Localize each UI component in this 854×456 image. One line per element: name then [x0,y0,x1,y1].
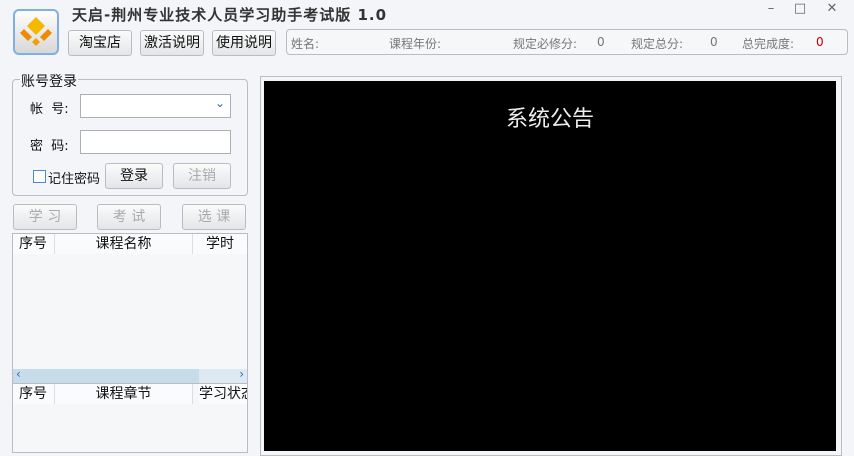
activate-help-button[interactable]: 激活说明 [140,30,204,56]
column-header[interactable]: 学时 [193,234,247,254]
total-credits-label: 规定总分: [631,37,684,51]
column-header[interactable]: 序号 [13,384,55,404]
column-header[interactable]: 课程名称 [55,234,193,254]
window-title: 天启-荆州专业技术人员学习助手考试版 1.0 [72,6,388,24]
year-label: 课程年份: [389,37,442,51]
horizontal-scrollbar[interactable]: ‹ › [13,367,247,383]
account-select[interactable]: ⌄ [80,94,231,118]
chevron-down-icon: ⌄ [214,96,225,110]
login-button[interactable]: 登录 [105,163,163,189]
close-button[interactable]: ✕ [818,0,846,18]
login-legend: 账号登录 [20,71,78,91]
required-credits-label: 规定必修分: [513,37,578,51]
remember-checkbox[interactable] [33,170,46,183]
completion-label: 总完成度: [742,37,795,51]
exam-button[interactable]: 考 试 [97,204,161,230]
study-button[interactable]: 学 习 [13,204,77,230]
column-header[interactable]: 课程章节 [55,384,193,404]
notice-title: 系统公告 [505,107,594,132]
user-info-bar: 姓名: 课程年份: 规定必修分: 0 规定总分: 0 总完成度: 0 [286,29,848,55]
password-input[interactable] [80,130,231,154]
column-header[interactable]: 学习状态 [199,384,247,404]
completion-value: 0 [816,35,824,49]
minimize-button[interactable]: – [757,0,785,18]
column-header[interactable]: 序号 [13,234,55,254]
app-logo [13,9,59,55]
maximize-button[interactable]: □ [786,0,814,18]
password-label: 密 码: [30,139,69,154]
scroll-right-icon[interactable]: › [239,367,244,381]
total-credits-value: 0 [710,35,718,49]
select-course-button[interactable]: 选 课 [182,204,246,230]
taobao-button[interactable]: 淘宝店 [68,30,132,56]
remember-label: 记住密码 [48,172,101,187]
name-label: 姓名: [291,37,320,51]
logout-button[interactable]: 注销 [173,163,231,189]
usage-help-button[interactable]: 使用说明 [212,30,276,56]
account-label: 帐 号: [30,102,69,117]
course-table: 序号 课程名称 学时 ‹ › [12,233,248,383]
scrollbar-thumb[interactable] [13,369,199,383]
notice-panel [264,81,836,451]
scroll-left-icon[interactable]: ‹ [16,367,21,381]
required-credits-value: 0 [597,35,605,49]
